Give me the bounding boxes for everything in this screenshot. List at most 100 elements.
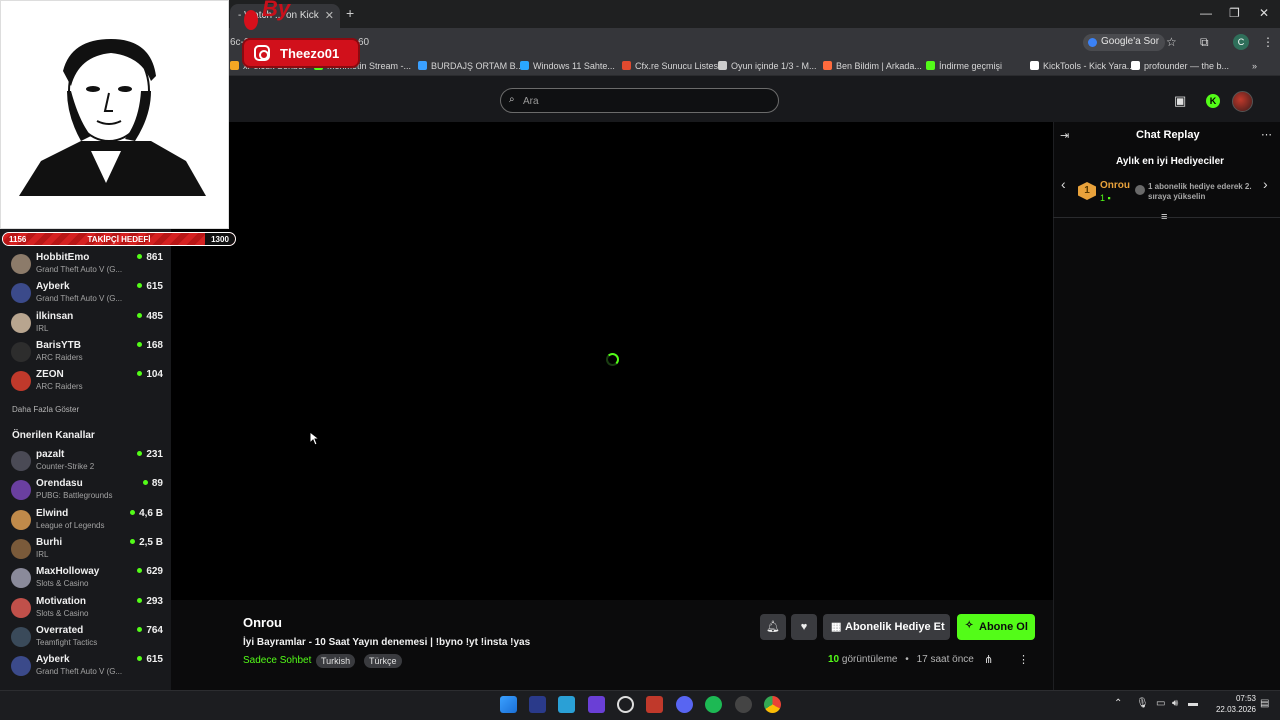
bookmark-label: profounder — the b... [1144,61,1230,71]
volume-icon[interactable]: 🔊︎ [1172,698,1178,709]
viewer-count: 615 [137,654,163,665]
bookmark-item[interactable]: İndirme geçmişi [926,61,1002,71]
subscribe-button[interactable]: ✧ Abone Ol [957,614,1035,640]
obs-icon[interactable] [617,696,634,713]
gift-box-icon[interactable]: ▣ [1174,93,1186,109]
filter-icon[interactable]: ≡ [1161,211,1167,223]
sidebar-channel[interactable]: Ayberk Grand Theft Auto V (G... 615 [11,281,163,309]
start-icon[interactable] [500,696,517,713]
tag-turkish[interactable]: Turkish [316,654,356,668]
viewer-count: 104 [137,369,163,380]
overlay-red-accent [244,10,258,30]
show-more-link[interactable]: Daha Fazla Göster [12,405,79,414]
sidebar-channel[interactable]: pazalt Counter-Strike 2 231 [11,449,163,477]
sidebar-channel[interactable]: Elwind League of Legends 4,6 B [11,508,163,536]
app-circle-icon[interactable] [735,696,752,713]
chevron-left-icon[interactable]: ‹ [1061,176,1066,192]
bookmark-item[interactable]: Ben Bildim | Arkada... [823,61,922,71]
browser-menu-icon[interactable]: ⋮ [1262,35,1274,49]
app-grid-icon[interactable] [588,696,605,713]
network-icon[interactable]: ▭ [1156,698,1165,709]
chevron-right-icon[interactable]: › [1263,176,1268,192]
tab-close-icon[interactable]: ✕ [325,9,334,22]
minimize-icon[interactable]: — [1200,6,1212,20]
sidebar-channel[interactable]: ZEON ARC Raiders 104 [11,369,163,397]
profile-avatar[interactable]: C [1233,34,1249,50]
bookmark-item[interactable]: profounder — the b... [1131,61,1229,71]
chat-menu-icon[interactable]: ⋯ [1261,128,1272,141]
battery-icon[interactable]: ▬ [1188,698,1198,709]
sidebar-channel[interactable]: Orendasu PUBG: Battlegrounds 89 [11,478,163,506]
bookmark-item[interactable]: Oyun içinde 1/3 - M... [718,61,817,71]
channel-name: Ayberk [36,654,70,666]
restore-icon[interactable]: ❐ [1229,6,1240,20]
google-ask-label: Google'a Sor [1101,36,1160,47]
channel-avatar [11,480,31,501]
viewer-count: 168 [137,340,163,351]
notepad-icon[interactable] [558,696,575,713]
view-label: görüntüleme [841,654,898,665]
bookmark-star-icon[interactable]: ☆ [1166,35,1177,49]
sidebar-channel[interactable]: Burhi IRL 2,5 B [11,537,163,565]
system-clock[interactable]: 07:53 22.03.2026 [1206,693,1256,715]
more-bookmarks-icon[interactable]: » [1252,61,1257,71]
sidebar-channel[interactable]: ilkinsan IRL 485 [11,311,163,339]
share-icon[interactable]: ⋔ [984,653,993,666]
microphone-icon[interactable]: 🎙︎ [1136,698,1149,709]
follow-heart-button[interactable]: ♥ [791,614,817,640]
bookmark-item[interactable]: Cfx.re Sunucu Listesi [622,61,720,71]
sidebar-channel[interactable]: Ayberk Grand Theft Auto V (G... 615 [11,654,163,682]
spotify-icon[interactable] [705,696,722,713]
top-gifter-name[interactable]: Onrou [1100,180,1130,191]
sidebar-channel[interactable]: Overrated Teamfight Tactics 764 [11,625,163,653]
channel-category: Slots & Casino [36,579,89,589]
bookmark-item[interactable]: KickTools - Kick Yara... [1030,61,1134,71]
extensions-icon[interactable]: ⧉ [1200,35,1209,50]
stream-meta: 10 görüntüleme • 17 saat önce [828,654,974,665]
notification-bell-button[interactable]: 🔔︎ [760,614,786,640]
info-icon [1135,185,1145,195]
app-red-icon[interactable] [646,696,663,713]
powershell-icon[interactable] [529,696,546,713]
windows-taskbar [0,690,1280,720]
channel-avatar [11,538,31,559]
bookmark-favicon-icon [230,61,239,70]
new-tab-icon[interactable]: + [346,5,354,21]
instagram-handle: Theezo01 [280,46,340,61]
sidebar-channel[interactable]: BarisYTB ARC Raiders 168 [11,340,163,368]
more-options-icon[interactable]: ⋮ [1018,653,1029,666]
google-ask-button[interactable]: Google'a Sor [1083,34,1166,51]
channel-name: ilkinsan [36,310,74,322]
channel-avatar [11,509,31,530]
chrome-icon[interactable] [764,696,781,713]
search-icon: ⌕ [509,94,515,105]
kick-logo-icon[interactable]: K [1206,94,1220,108]
discord-icon[interactable] [676,696,693,713]
viewer-count: 861 [137,252,163,263]
tag-turkce[interactable]: Türkçe [364,654,402,668]
user-avatar[interactable] [1232,91,1253,112]
search-input[interactable]: ⌕ Ara [500,88,779,113]
viewer-count: 89 [143,478,163,489]
chat-mode-tag[interactable]: Sadece Sohbet [243,655,311,666]
overlay-brand: By [262,0,291,21]
collapse-chat-icon[interactable]: ⇥ [1060,129,1069,142]
channel-avatar [11,371,31,392]
channel-avatar [11,254,31,274]
gift-subscription-button[interactable]: ▦ Abonelik Hediye Et [823,614,950,640]
instagram-icon [254,45,270,61]
notification-icon[interactable]: ▤ [1260,698,1269,709]
window-close-icon[interactable]: ✕ [1259,6,1269,20]
sidebar-channel[interactable]: Motivation Slots & Casino 293 [11,596,163,624]
sidebar-channel[interactable]: HobbitEmo Grand Theft Auto V (G... 861 [11,252,163,280]
time-ago: 17 saat önce [916,654,974,665]
sidebar-channel[interactable]: MaxHolloway Slots & Casino 629 [11,566,163,594]
tray-expand-icon[interactable]: ⌃ [1114,698,1122,709]
chat-title: Chat Replay [1136,129,1200,141]
channel-avatar [11,597,31,618]
channel-name[interactable]: Onrou [243,615,282,630]
google-lens-icon [1088,38,1097,47]
instagram-badge: Theezo01 [244,40,358,66]
bookmark-item[interactable]: BURDAJŞ ORTAM B... [418,61,523,71]
bookmark-item[interactable]: Windows 11 Sahte... [520,61,615,71]
